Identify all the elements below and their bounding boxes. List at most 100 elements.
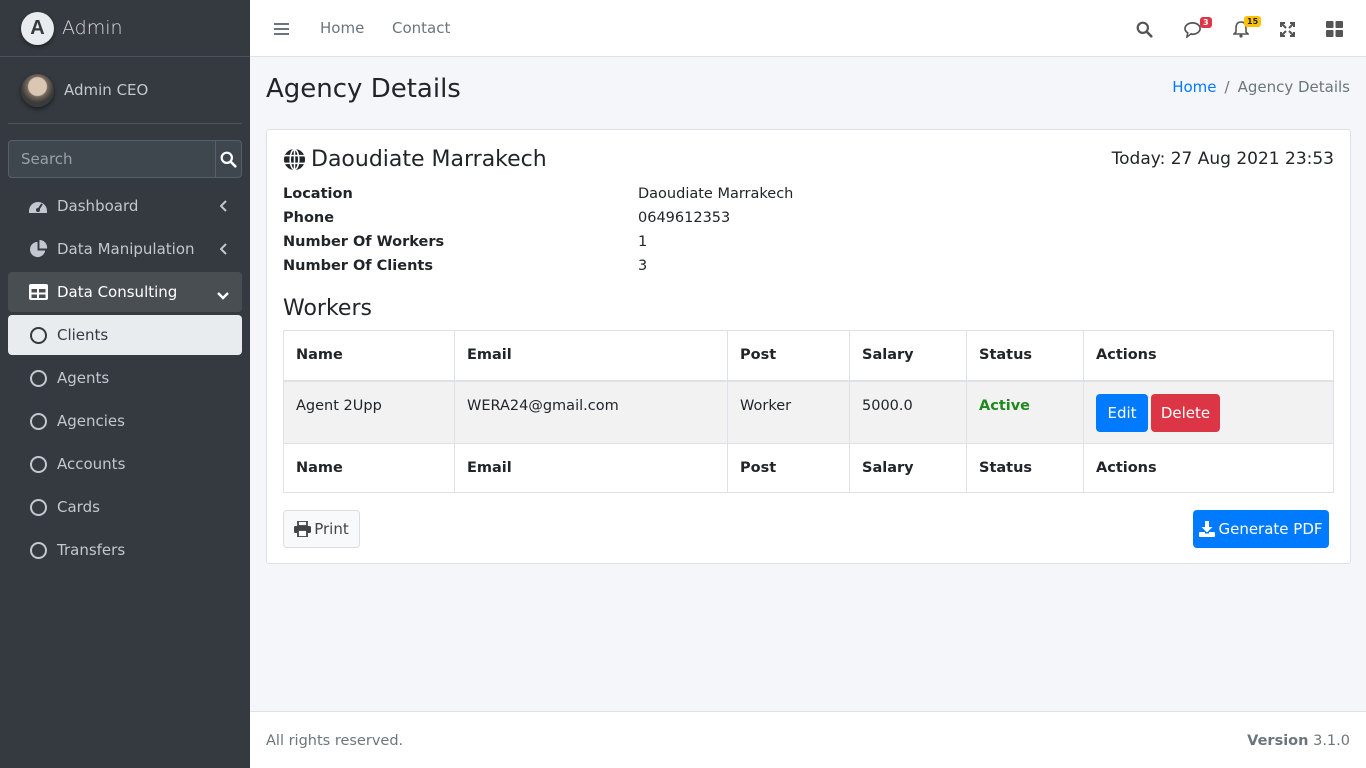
sidebar-search bbox=[8, 140, 242, 178]
worker-name: Agent 2Upp bbox=[283, 380, 455, 444]
table-header-row: Name Email Post Salary Status Actions bbox=[283, 330, 1334, 382]
notifications-badge: 15 bbox=[1244, 16, 1262, 27]
grid-apps-icon[interactable] bbox=[1323, 18, 1345, 40]
status-badge: Active bbox=[966, 380, 1084, 444]
workers-heading: Workers bbox=[283, 296, 372, 321]
messages-badge: 3 bbox=[1200, 17, 1212, 28]
circle-icon bbox=[28, 411, 48, 431]
column-footer-email: Email bbox=[454, 443, 728, 493]
top-navbar: Home Contact 3 15 bbox=[250, 0, 1366, 57]
version-label: Version bbox=[1247, 733, 1309, 749]
print-button[interactable]: Print bbox=[283, 510, 360, 548]
table-footer-row: Name Email Post Salary Status Actions bbox=[283, 443, 1334, 493]
user-panel[interactable]: Admin CEO bbox=[8, 57, 242, 124]
table-icon bbox=[28, 282, 48, 302]
generate-pdf-label: Generate PDF bbox=[1218, 520, 1323, 538]
search-input[interactable] bbox=[8, 140, 215, 178]
nav-link-contact[interactable]: Contact bbox=[392, 19, 450, 37]
sidebar-item-label: Clients bbox=[57, 326, 109, 344]
nav-link-home[interactable]: Home bbox=[320, 19, 364, 37]
printer-icon bbox=[294, 521, 312, 537]
footer: All rights reserved. Version 3.1.0 bbox=[250, 711, 1366, 768]
circle-icon bbox=[28, 497, 48, 517]
column-header-salary[interactable]: Salary bbox=[849, 330, 967, 382]
edit-button[interactable]: Edit bbox=[1096, 393, 1148, 432]
globe-icon bbox=[283, 148, 306, 171]
agency-details-card: Daoudiate Marrakech Today: 27 Aug 2021 2… bbox=[266, 129, 1351, 564]
tachometer-icon bbox=[28, 196, 48, 216]
sidebar-item-data-consulting[interactable]: Data Consulting bbox=[8, 272, 242, 312]
circle-icon bbox=[28, 368, 48, 388]
breadcrumb-home-link[interactable]: Home bbox=[1172, 78, 1216, 96]
page-title: Agency Details bbox=[266, 74, 461, 104]
column-header-actions[interactable]: Actions bbox=[1083, 330, 1334, 382]
chevron-left-icon bbox=[219, 241, 228, 259]
worker-post: Worker bbox=[727, 380, 850, 444]
breadcrumb: Home / Agency Details bbox=[1172, 78, 1350, 96]
fullscreen-icon[interactable] bbox=[1276, 18, 1298, 40]
column-footer-name: Name bbox=[283, 443, 455, 493]
avatar bbox=[21, 73, 54, 107]
chevron-left-icon bbox=[219, 198, 228, 216]
workers-table: Name Email Post Salary Status Actions Ag… bbox=[283, 330, 1334, 493]
circle-icon bbox=[28, 325, 48, 345]
sidebar-item-label: Transfers bbox=[57, 541, 126, 559]
navbar-search-icon[interactable] bbox=[1133, 18, 1155, 40]
search-icon bbox=[220, 151, 237, 168]
messages-icon[interactable]: 3 bbox=[1182, 17, 1212, 40]
workers-count-value: 1 bbox=[638, 234, 648, 250]
phone-label: Phone bbox=[283, 210, 335, 226]
worker-salary: 5000.0 bbox=[849, 380, 967, 444]
version-text: Version 3.1.0 bbox=[1247, 733, 1350, 749]
location-label: Location bbox=[283, 186, 353, 202]
print-label: Print bbox=[314, 520, 349, 538]
generate-pdf-button[interactable]: Generate PDF bbox=[1193, 510, 1329, 548]
location-value: Daoudiate Marrakech bbox=[638, 186, 794, 202]
workers-count-label: Number Of Workers bbox=[283, 234, 445, 250]
column-header-status[interactable]: Status bbox=[966, 330, 1084, 382]
brand-link[interactable]: A Admin bbox=[0, 0, 250, 57]
column-footer-actions: Actions bbox=[1083, 443, 1334, 493]
agency-name: Daoudiate Marrakech bbox=[311, 147, 547, 172]
sidebar-item-label: Cards bbox=[57, 498, 100, 516]
sidebar-nav: Dashboard Data Manipulation Data Consult… bbox=[8, 186, 242, 573]
column-header-name[interactable]: Name bbox=[283, 330, 455, 382]
notifications-icon[interactable]: 15 bbox=[1230, 16, 1262, 40]
sidebar-item-clients[interactable]: Clients bbox=[8, 315, 242, 355]
pie-chart-icon bbox=[28, 239, 48, 259]
sidebar-item-label: Dashboard bbox=[57, 197, 139, 215]
breadcrumb-current: Agency Details bbox=[1237, 78, 1350, 96]
circle-icon bbox=[28, 540, 48, 560]
worker-email: WERA24@gmail.com bbox=[454, 380, 728, 444]
row-actions: Edit Delete bbox=[1083, 380, 1334, 444]
circle-icon bbox=[28, 454, 48, 474]
sidebar-item-agencies[interactable]: Agencies bbox=[8, 401, 242, 441]
download-icon bbox=[1199, 521, 1216, 537]
copyright-text: All rights reserved. bbox=[266, 733, 404, 749]
sidebar-item-data-manipulation[interactable]: Data Manipulation bbox=[8, 229, 242, 269]
user-name[interactable]: Admin CEO bbox=[64, 81, 148, 99]
menu-toggle-icon[interactable] bbox=[274, 21, 289, 40]
brand-logo-icon: A bbox=[21, 11, 54, 45]
today-datetime: Today: 27 Aug 2021 23:53 bbox=[1111, 149, 1334, 169]
delete-button[interactable]: Delete bbox=[1151, 393, 1220, 432]
sidebar-item-accounts[interactable]: Accounts bbox=[8, 444, 242, 484]
chevron-down-icon bbox=[217, 286, 229, 304]
sidebar-item-transfers[interactable]: Transfers bbox=[8, 530, 242, 570]
sidebar-item-label: Accounts bbox=[57, 455, 126, 473]
column-header-email[interactable]: Email bbox=[454, 330, 728, 382]
version-number: 3.1.0 bbox=[1313, 733, 1350, 749]
sidebar-item-label: Data Manipulation bbox=[57, 240, 195, 258]
agency-title: Daoudiate Marrakech bbox=[283, 147, 547, 172]
search-button[interactable] bbox=[215, 140, 242, 178]
sidebar-item-agents[interactable]: Agents bbox=[8, 358, 242, 398]
clients-count-value: 3 bbox=[638, 258, 648, 274]
sidebar-item-cards[interactable]: Cards bbox=[8, 487, 242, 527]
clients-count-label: Number Of Clients bbox=[283, 258, 433, 274]
sidebar-item-dashboard[interactable]: Dashboard bbox=[8, 186, 242, 226]
column-footer-status: Status bbox=[966, 443, 1084, 493]
sidebar: A Admin Admin CEO Dashboard Data Manipul… bbox=[0, 0, 250, 768]
column-header-post[interactable]: Post bbox=[727, 330, 850, 382]
column-footer-post: Post bbox=[727, 443, 850, 493]
breadcrumb-separator: / bbox=[1224, 78, 1230, 96]
